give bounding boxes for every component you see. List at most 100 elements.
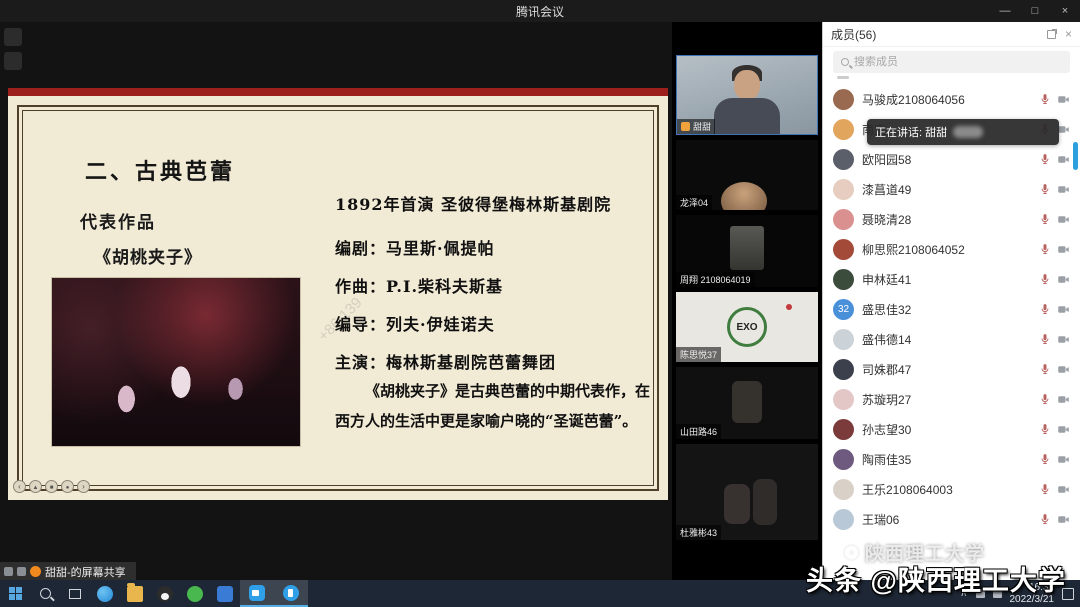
camera-off-icon[interactable]: [1057, 363, 1070, 376]
video-name: 陈思悦37: [680, 348, 717, 361]
mic-muted-icon[interactable]: [1039, 183, 1051, 195]
member-row[interactable]: 32 盛思佳32: [823, 294, 1080, 324]
taskbar-app-phone-active[interactable]: [274, 580, 308, 607]
floating-toolbar-icon[interactable]: [4, 52, 22, 70]
close-panel-icon[interactable]: ×: [1065, 28, 1072, 40]
member-row[interactable]: 聂晓清28: [823, 204, 1080, 234]
member-row[interactable]: 马骏成2108064056: [823, 84, 1080, 114]
ballet-photo: [52, 278, 300, 446]
maximize-button[interactable]: □: [1020, 0, 1050, 22]
video-thumbnail[interactable]: EXO 陈思悦37: [676, 292, 818, 362]
member-list: 马骏成2108064056 南宝 欧阳园58: [823, 84, 1080, 580]
taskbar-app-docs[interactable]: [210, 580, 240, 607]
member-row[interactable]: 王瑞06: [823, 504, 1080, 534]
mic-muted-icon[interactable]: [1039, 393, 1051, 405]
camera-off-icon[interactable]: [1057, 483, 1070, 496]
member-row[interactable]: 申林廷41: [823, 264, 1080, 294]
member-row[interactable]: 苏璇玥27: [823, 384, 1080, 414]
slide-paragraph: 《胡桃夹子》是古典芭蕾的中期代表作，在西方人的生活中更是家喻户晓的“圣诞芭蕾”。: [335, 376, 657, 436]
mic-muted-icon[interactable]: [1039, 423, 1051, 435]
member-avatar: [833, 179, 854, 200]
menu-icon[interactable]: [45, 480, 58, 493]
camera-off-icon[interactable]: [1057, 93, 1070, 106]
camera-off-icon[interactable]: [1057, 393, 1070, 406]
mic-muted-icon[interactable]: [1039, 363, 1051, 375]
taskbar-app-qq[interactable]: [150, 580, 180, 607]
annotate-icon[interactable]: [61, 480, 74, 493]
camera-off-icon[interactable]: [1057, 273, 1070, 286]
camera-off-icon[interactable]: [1057, 333, 1070, 346]
member-row[interactable]: 柳思熙2108064052: [823, 234, 1080, 264]
host-figure: [734, 70, 760, 100]
video-thumbnail[interactable]: 山田路46: [676, 367, 818, 439]
mic-muted-icon[interactable]: [1039, 243, 1051, 255]
member-search: [833, 51, 1070, 73]
taskbar-search-button[interactable]: [30, 580, 60, 607]
mic-muted-icon[interactable]: [1039, 213, 1051, 225]
exo-logo: EXO: [727, 307, 767, 347]
close-button[interactable]: ×: [1050, 0, 1080, 22]
exo-logo-accent: [786, 304, 792, 310]
camera-off-icon[interactable]: [1057, 303, 1070, 316]
camera-off-icon[interactable]: [1057, 213, 1070, 226]
member-name: 漆菖道49: [862, 181, 1031, 198]
member-name: 陶雨佳35: [862, 451, 1031, 468]
taskbar-app-edge[interactable]: [90, 580, 120, 607]
member-row[interactable]: 王乐2108064003: [823, 474, 1080, 504]
camera-off-icon[interactable]: [1057, 183, 1070, 196]
mic-muted-icon[interactable]: [1039, 93, 1051, 105]
video-name: 杜雅彬43: [680, 526, 717, 539]
member-row[interactable]: 孙志望30: [823, 414, 1080, 444]
member-avatar: [833, 449, 854, 470]
mic-muted-icon[interactable]: [1039, 513, 1051, 525]
premiere-line: 1892年首演 圣彼得堡梅林斯基剧院: [335, 191, 657, 215]
prev-page-icon[interactable]: [13, 480, 26, 493]
screen-share-indicator: 甜甜-的屏幕共享: [0, 562, 136, 581]
taskbar-app-explorer[interactable]: [120, 580, 150, 607]
scrollbar-thumb[interactable]: [1073, 142, 1078, 170]
mic-muted-icon[interactable]: [1039, 273, 1051, 285]
member-row[interactable]: 盛伟德14: [823, 324, 1080, 354]
mic-muted-icon[interactable]: [1039, 333, 1051, 345]
camera-off-icon[interactable]: [1057, 423, 1070, 436]
slide-controls: [13, 480, 90, 493]
member-avatar: [833, 149, 854, 170]
mic-muted-icon[interactable]: [1039, 153, 1051, 165]
camera-off-icon[interactable]: [1057, 453, 1070, 466]
member-name: 聂晓清28: [862, 211, 1031, 228]
pointer-icon[interactable]: [29, 480, 42, 493]
video-thumbnail[interactable]: 周翔 2108064019: [676, 215, 818, 287]
minimize-button[interactable]: —: [990, 0, 1020, 22]
taskbar-app-wechat[interactable]: [180, 580, 210, 607]
video-thumbnail[interactable]: 杜雅彬43: [676, 444, 818, 540]
member-row[interactable]: 漆菖道49: [823, 174, 1080, 204]
start-button[interactable]: [0, 580, 30, 607]
camera-off-icon[interactable]: [1057, 513, 1070, 526]
member-name: 盛思佳32: [862, 301, 1031, 318]
folder-icon: [127, 586, 143, 602]
meeting-app-icon: [249, 585, 265, 601]
task-view-button[interactable]: [60, 580, 90, 607]
camera-off-icon[interactable]: [1057, 243, 1070, 256]
video-thumbnail-host[interactable]: 甜甜: [676, 55, 818, 135]
next-page-icon[interactable]: [77, 480, 90, 493]
floating-toolbar-icon[interactable]: [4, 28, 22, 46]
taskbar-app-meeting-active[interactable]: [240, 580, 274, 607]
host-badge-icon: [681, 122, 690, 131]
mic-muted-icon[interactable]: [1039, 453, 1051, 465]
mic-muted-icon[interactable]: [1039, 303, 1051, 315]
member-row[interactable]: 陶雨佳35: [823, 444, 1080, 474]
meeting-window: { "window": { "title": "腾讯会议", "minimize…: [0, 0, 1080, 607]
mic-muted-icon[interactable]: [1039, 483, 1051, 495]
popout-icon[interactable]: [1047, 30, 1056, 39]
windows-logo-icon: [9, 587, 22, 600]
slide-subheading: 代表作品: [80, 208, 156, 233]
camera-off-icon[interactable]: [1057, 153, 1070, 166]
member-row[interactable]: 欧阳园58: [823, 144, 1080, 174]
share-bar-icon: [17, 567, 26, 576]
member-name: 柳思熙2108064052: [862, 241, 1031, 258]
exo-logo-text: EXO: [736, 322, 757, 333]
search-input[interactable]: [854, 56, 1062, 68]
member-row[interactable]: 司姝郡47: [823, 354, 1080, 384]
video-thumbnail[interactable]: 龙泽04: [676, 140, 818, 210]
